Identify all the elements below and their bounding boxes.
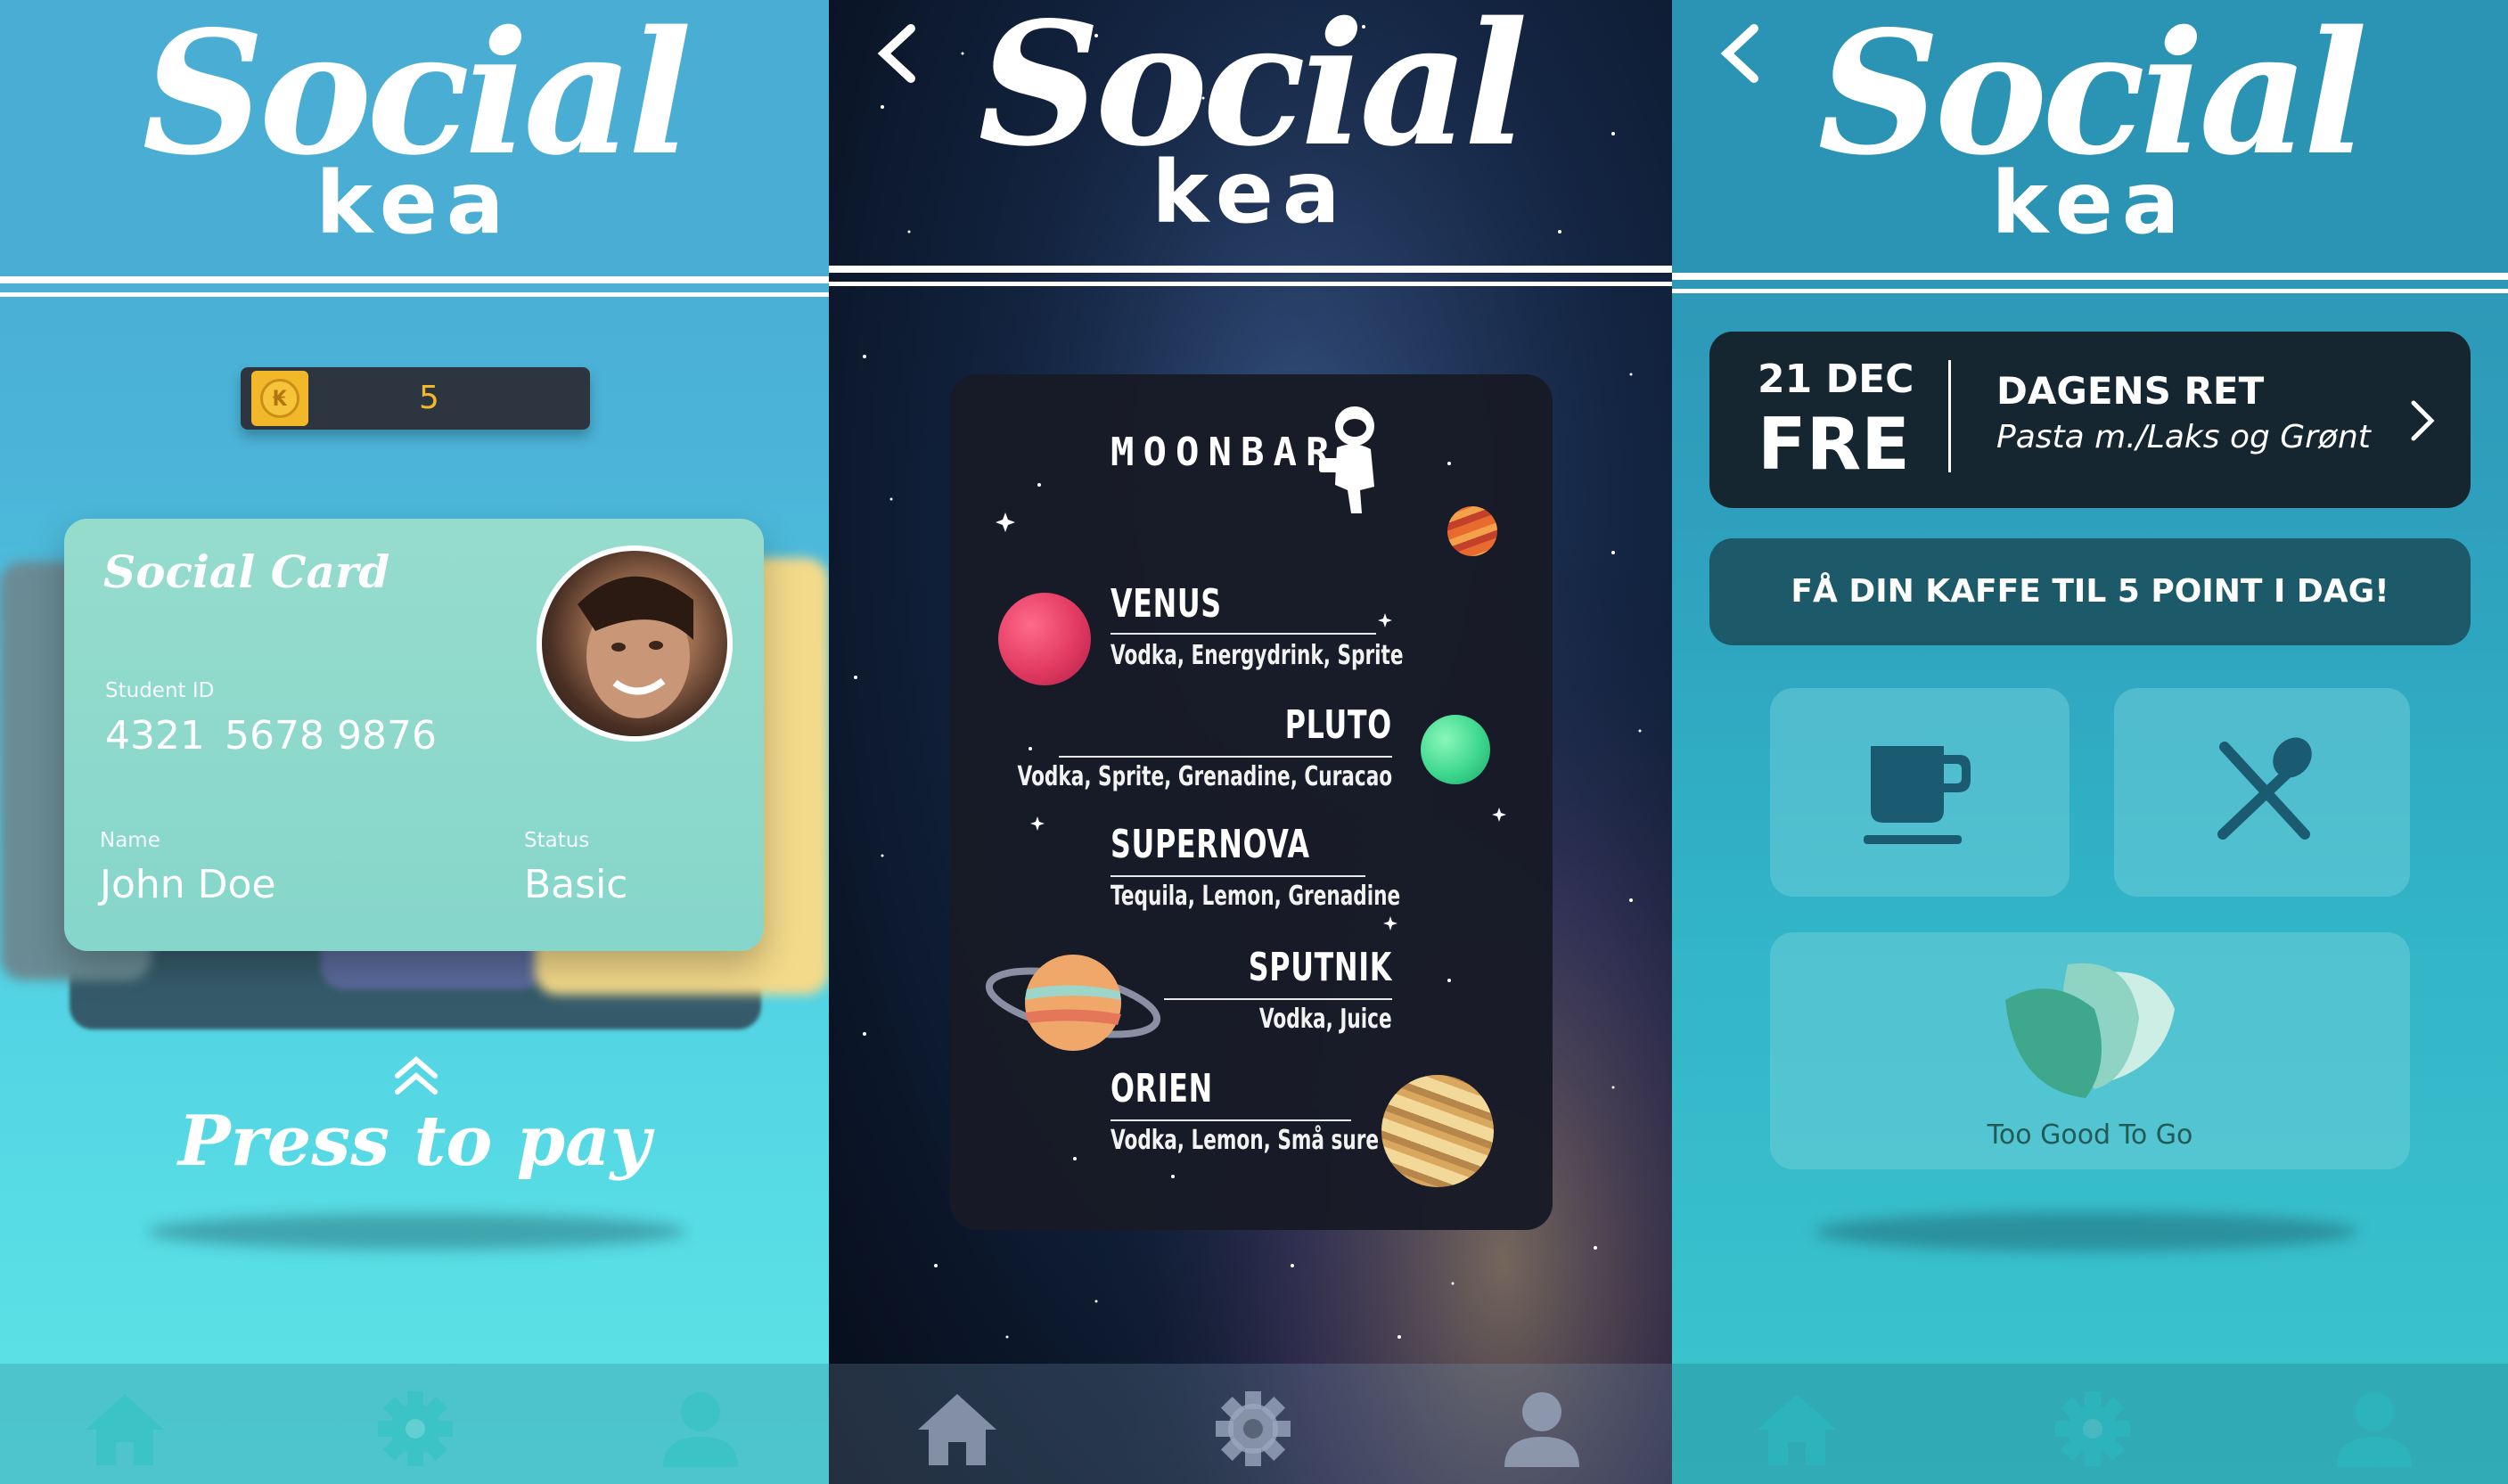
too-good-to-go-label: Too Good To Go xyxy=(1987,1119,2193,1151)
date-day: 21 DEC xyxy=(1758,357,1914,402)
header-divider xyxy=(829,266,1672,273)
student-id-label: Student ID xyxy=(105,679,215,702)
app-header: Social kea xyxy=(829,0,1672,276)
logo-kea: kea xyxy=(316,153,513,253)
chevron-right-icon[interactable] xyxy=(2405,394,2440,447)
coffee-tile[interactable] xyxy=(1770,688,2070,897)
food-tile[interactable] xyxy=(2114,688,2410,897)
student-id-part2: 5678 9876 xyxy=(225,713,437,758)
fork-spoon-icon xyxy=(2217,737,2312,840)
home-icon[interactable] xyxy=(82,1389,168,1469)
moonbar-screen: Social kea MOONBAR VENUS Vodka, Energydr… xyxy=(829,0,1672,1484)
bottom-nav xyxy=(1672,1364,2508,1484)
app-header: Social kea xyxy=(1672,0,2508,276)
too-good-to-go-tile[interactable]: Too Good To Go xyxy=(1770,932,2410,1169)
user-icon[interactable] xyxy=(658,1389,743,1469)
press-to-pay-button[interactable]: Press to pay xyxy=(0,1101,829,1182)
bottom-nav xyxy=(0,1364,829,1484)
logo-kea: kea xyxy=(1991,153,2189,253)
moonbar-menu-card: MOONBAR VENUS Vodka, Energydrink, Sprite… xyxy=(950,374,1553,1230)
todays-dish-card[interactable]: 21 DEC FRE DAGENS RET Pasta m./Laks og G… xyxy=(1709,332,2471,508)
status-label: Status xyxy=(524,829,590,852)
avatar xyxy=(537,545,733,742)
shadow xyxy=(1815,1212,2358,1251)
name-value: John Doe xyxy=(100,862,276,907)
user-icon[interactable] xyxy=(2332,1389,2417,1469)
gear-icon[interactable] xyxy=(1210,1389,1296,1469)
user-icon[interactable] xyxy=(1499,1389,1585,1469)
shadow xyxy=(147,1214,686,1250)
dish-name: Pasta m./Laks og Grønt xyxy=(1996,419,2371,455)
bottom-nav xyxy=(829,1364,1672,1484)
gear-icon[interactable] xyxy=(2050,1389,2135,1469)
app-header: Social kea xyxy=(0,0,829,276)
coin-balance-value: 5 xyxy=(419,380,439,416)
logo-kea: kea xyxy=(1152,143,1349,242)
card-title: Social Card xyxy=(103,545,390,598)
home-icon[interactable] xyxy=(914,1389,1000,1469)
status-value: Basic xyxy=(524,862,628,907)
canteen-screen: Social kea 21 DEC FRE DAGENS RET Pasta m… xyxy=(1672,0,2508,1484)
social-card[interactable]: Social Card Student ID 4321 5678 9876 Na… xyxy=(64,519,764,951)
date-weekday: FRE xyxy=(1758,403,1910,486)
sparkles xyxy=(996,462,1506,1178)
coffee-offer-banner[interactable]: FÅ DIN KAFFE TIL 5 POINT I DAG! xyxy=(1709,538,2471,645)
double-chevron-up-icon[interactable] xyxy=(392,1056,440,1095)
student-id-part1: 4321 xyxy=(105,713,205,758)
name-label: Name xyxy=(100,829,160,852)
header-divider xyxy=(1672,289,2508,293)
coin-slot: ₭ xyxy=(251,371,308,426)
avatar-photo xyxy=(578,576,693,718)
header-divider xyxy=(0,276,829,283)
header-divider xyxy=(1672,273,2508,280)
dish-title: DAGENS RET xyxy=(1996,369,2265,413)
header-divider xyxy=(829,282,1672,286)
coffee-cup-icon xyxy=(1864,746,1971,844)
home-icon[interactable] xyxy=(1754,1389,1840,1469)
coin-balance: ₭ 5 xyxy=(241,367,590,430)
coin-icon: ₭ xyxy=(260,379,299,418)
wallet-screen: Social kea ₭ 5 Social Card Student ID 43… xyxy=(0,0,829,1484)
divider xyxy=(1948,360,1951,472)
header-divider xyxy=(0,292,829,297)
too-good-to-go-logo xyxy=(2005,963,2175,1098)
gear-icon[interactable] xyxy=(373,1389,458,1469)
